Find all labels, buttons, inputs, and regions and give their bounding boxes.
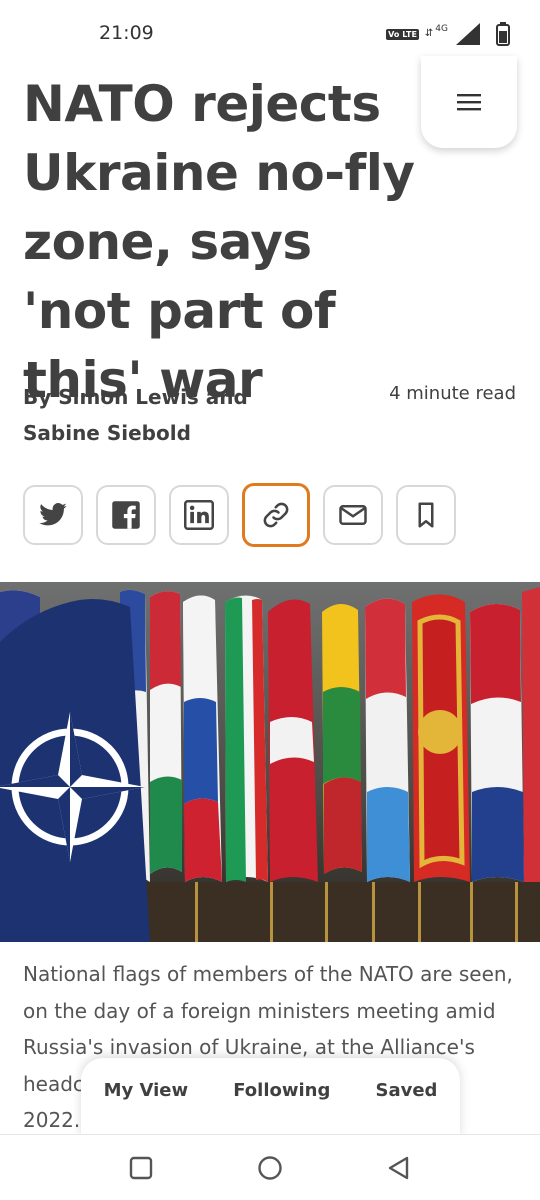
back-triangle-icon[interactable] bbox=[386, 1155, 412, 1181]
recents-square-icon[interactable] bbox=[128, 1155, 154, 1181]
linkedin-icon bbox=[184, 500, 214, 530]
bookmark-icon bbox=[418, 502, 434, 528]
data-arrows-icon: ⇵ bbox=[424, 28, 434, 39]
status-icons: Vo LTE ⇵ 4G bbox=[386, 22, 510, 46]
article-byline: By Simon Lewis and Sabine Siebold bbox=[23, 385, 248, 445]
menu-button[interactable] bbox=[421, 56, 517, 148]
read-time: 4 minute read bbox=[389, 383, 516, 404]
bottom-tab-bar: My View Following Saved bbox=[81, 1058, 460, 1138]
facebook-icon bbox=[112, 501, 140, 529]
battery-icon bbox=[496, 22, 510, 46]
signal-icon bbox=[456, 23, 480, 45]
status-time: 21:09 bbox=[99, 22, 154, 44]
share-buttons bbox=[23, 483, 456, 547]
tab-saved[interactable]: Saved bbox=[376, 1080, 438, 1101]
flags-illustration bbox=[0, 582, 540, 942]
facebook-share-button[interactable] bbox=[96, 485, 156, 545]
twitter-share-button[interactable] bbox=[23, 485, 83, 545]
linkedin-share-button[interactable] bbox=[169, 485, 229, 545]
tab-my-view[interactable]: My View bbox=[104, 1080, 189, 1101]
system-navigation-bar bbox=[0, 1135, 540, 1200]
tab-following[interactable]: Following bbox=[233, 1080, 330, 1101]
home-circle-icon[interactable] bbox=[257, 1155, 283, 1181]
link-icon bbox=[263, 502, 289, 528]
email-icon bbox=[339, 505, 367, 525]
bookmark-button[interactable] bbox=[396, 485, 456, 545]
hamburger-menu-icon bbox=[457, 94, 481, 111]
network-type-label: 4G bbox=[435, 24, 448, 34]
email-share-button[interactable] bbox=[323, 485, 383, 545]
twitter-icon bbox=[39, 503, 67, 526]
article-headline: NATO rejects Ukraine no-fly zone, says '… bbox=[23, 75, 415, 409]
copy-link-button[interactable] bbox=[242, 483, 310, 547]
volte-icon: Vo LTE bbox=[386, 28, 419, 40]
hero-image-flags bbox=[0, 582, 540, 942]
